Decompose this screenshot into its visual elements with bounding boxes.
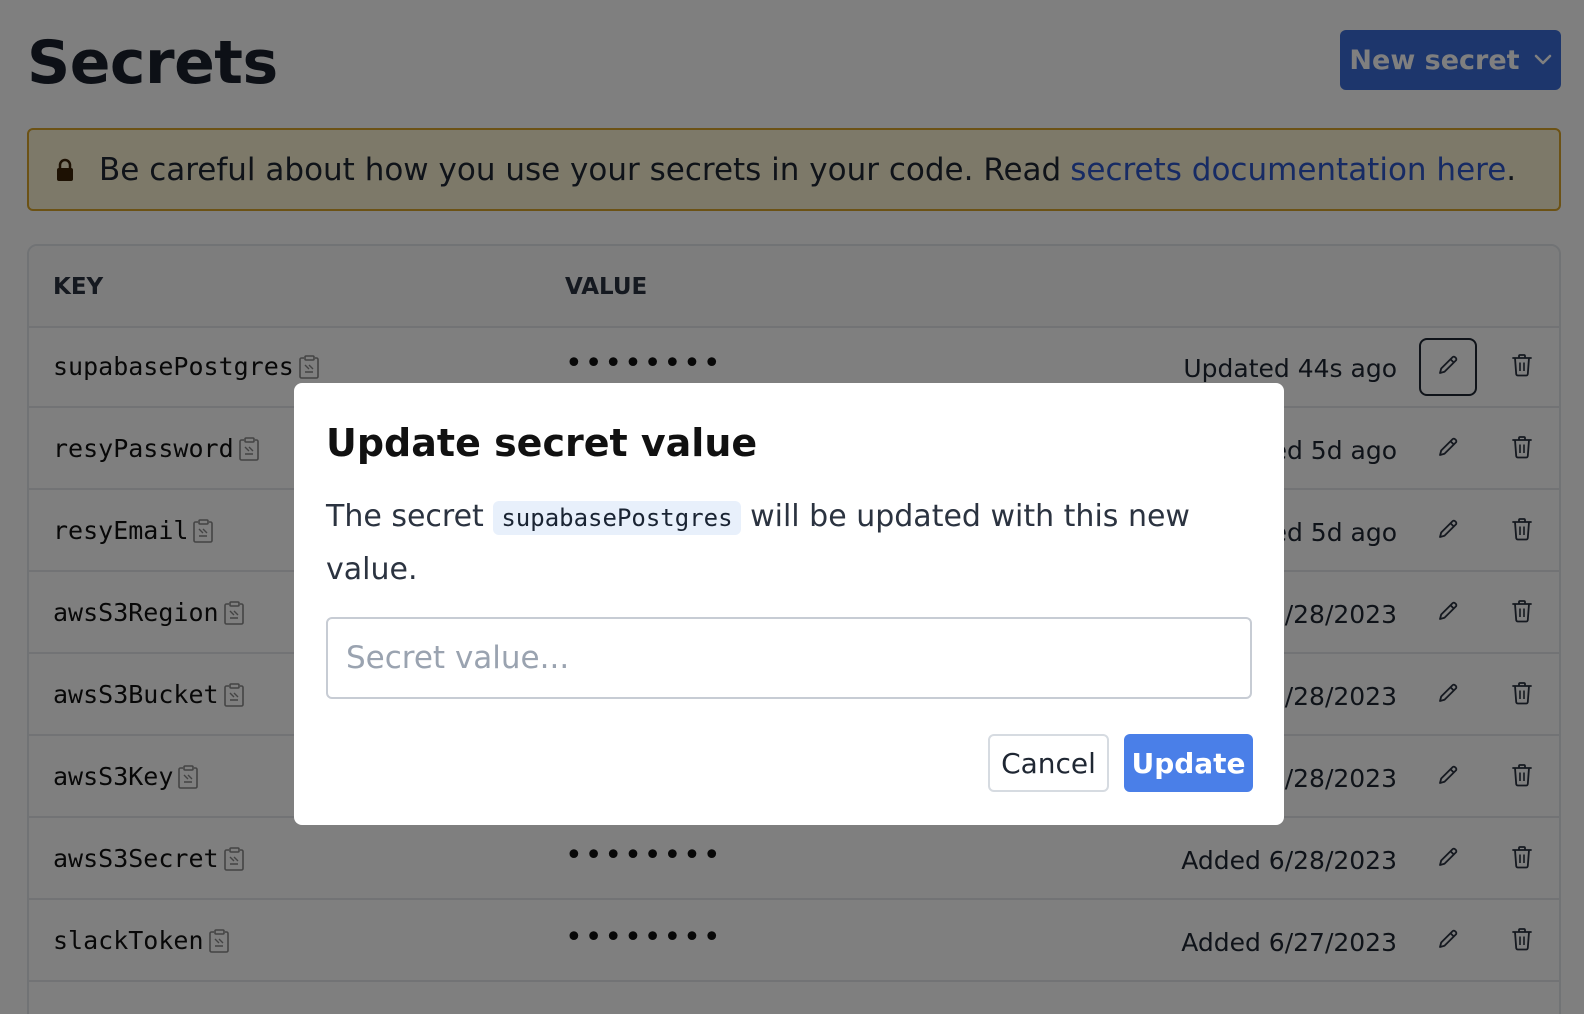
modal-desc-before: The secret — [326, 499, 484, 534]
secret-value-input[interactable] — [326, 617, 1252, 699]
secret-name-code: supabasePostgres — [493, 501, 741, 535]
modal-title: Update secret value — [326, 421, 758, 465]
update-secret-modal: Update secret value The secret supabaseP… — [294, 383, 1284, 825]
cancel-button[interactable]: Cancel — [988, 734, 1109, 792]
update-button[interactable]: Update — [1124, 734, 1253, 792]
modal-description: The secret supabasePostgres will be upda… — [326, 491, 1206, 595]
